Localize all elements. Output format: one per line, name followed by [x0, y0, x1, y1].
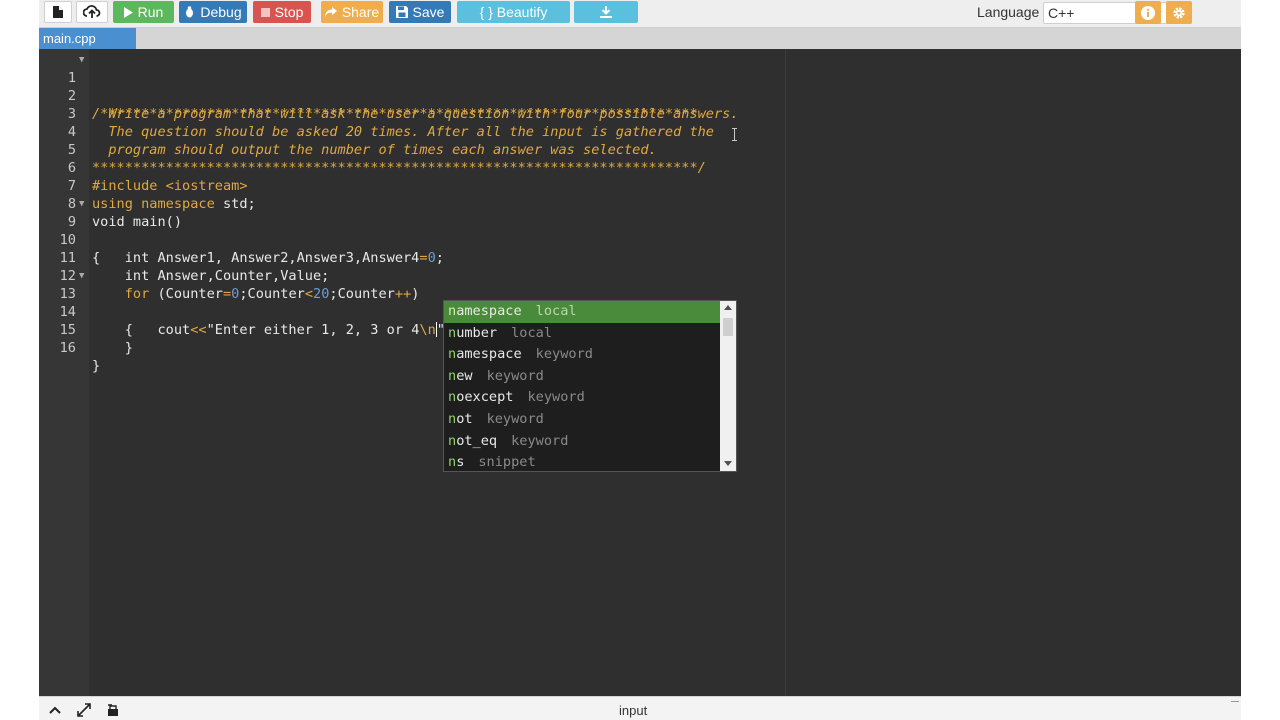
mouse-ibeam-icon: [732, 128, 737, 141]
run-button[interactable]: Run: [113, 1, 174, 23]
code-line: 3 The question should be asked 20 times.…: [39, 87, 1241, 140]
autocomplete-item[interactable]: namespace local: [444, 301, 720, 323]
upload-button[interactable]: [76, 1, 108, 23]
autocomplete-rest: umber: [456, 324, 498, 341]
autocomplete-meta: keyword: [486, 367, 544, 384]
autocomplete-popup[interactable]: namespace local number local namespace keyw…: [443, 300, 737, 472]
code-line: 5 **************************************…: [39, 123, 1241, 176]
resize-handle[interactable]: [1231, 701, 1239, 709]
fold-icon[interactable]: ▼: [79, 51, 84, 69]
file-tab-bar: main.cpp: [39, 28, 1241, 49]
app-root: Run Debug Stop Share Save { } Beautify L…: [0, 0, 1280, 720]
scrollbar-thumb[interactable]: [723, 318, 733, 336]
expand-icon: [77, 703, 91, 717]
code-text: }: [92, 340, 133, 356]
toolbar: Run Debug Stop Share Save { } Beautify L…: [39, 0, 1241, 28]
autocomplete-rest: oexcept: [456, 389, 514, 406]
settings-button[interactable]: [1166, 1, 1192, 24]
floppy-icon: [395, 6, 408, 18]
run-label: Run: [137, 4, 164, 20]
language-label: Language: [977, 4, 1040, 20]
fold-icon[interactable]: ▼: [79, 195, 84, 213]
download-button[interactable]: [574, 1, 638, 23]
share-button[interactable]: Share: [321, 1, 383, 23]
autocomplete-rest: s: [456, 454, 465, 471]
debug-label: Debug: [200, 4, 242, 20]
stop-icon: [260, 7, 270, 17]
autocomplete-match: n: [448, 367, 457, 384]
autocomplete-rest: amespace: [456, 303, 522, 319]
collapse-panel-button[interactable]: [47, 702, 63, 718]
code-line: 4 program should output the number of ti…: [39, 105, 1241, 158]
autocomplete-meta: local: [511, 324, 553, 341]
new-file-icon: [53, 6, 63, 18]
chevron-up-icon: [49, 706, 61, 714]
share-icon: [324, 6, 337, 17]
code-line: 2 Write a program that will ask the user…: [39, 69, 1241, 122]
fold-icon[interactable]: ▼: [79, 267, 84, 285]
autocomplete-match: n: [448, 432, 457, 449]
autocomplete-scrollbar[interactable]: [720, 301, 736, 471]
stop-button[interactable]: Stop: [253, 1, 311, 23]
autocomplete-meta: local: [535, 303, 577, 319]
autocomplete-item[interactable]: number local: [444, 323, 720, 345]
play-icon: [123, 6, 133, 18]
line-number: 16: [59, 340, 76, 356]
autocomplete-match: n: [448, 346, 457, 363]
autocomplete-meta: keyword: [486, 411, 544, 427]
code-line: 9 ▼ {: [39, 195, 1241, 266]
code-line: 6 #include <iostream>: [39, 141, 1241, 194]
autocomplete-match: n: [448, 324, 457, 341]
autocomplete-item[interactable]: new keyword: [444, 366, 720, 388]
io-panel-bar: input: [39, 696, 1241, 720]
language-value: C++: [1048, 5, 1075, 21]
autocomplete-item[interactable]: namespace keyword: [444, 344, 720, 366]
autocomplete-meta: keyword: [527, 389, 585, 406]
autocomplete-item[interactable]: not keyword: [444, 409, 720, 431]
stdin-mode-button[interactable]: [105, 702, 121, 718]
gear-icon: [1173, 6, 1185, 19]
upload-icon: [83, 5, 101, 18]
autocomplete-rest: ew: [456, 367, 473, 384]
code-line: 10 int Answer1, Answer2,Answer3,Answer4=…: [39, 213, 1241, 266]
stop-label: Stop: [274, 4, 304, 20]
autocomplete-match: n: [448, 411, 457, 427]
autocomplete-item[interactable]: not_eq keyword: [444, 431, 720, 453]
save-button[interactable]: Save: [389, 1, 451, 23]
stdin-icon: [108, 704, 118, 716]
autocomplete-rest: ot: [456, 411, 473, 427]
input-label: input: [619, 703, 648, 718]
autocomplete-meta: snippet: [478, 454, 536, 471]
code-line: 11 int Answer,Counter,Value;: [39, 231, 1241, 284]
code-line: 1 ▼ /***********************************…: [39, 51, 1241, 122]
scroll-down-icon[interactable]: [724, 461, 732, 466]
autocomplete-match: n: [448, 389, 457, 406]
code-line: 13 ▼ {: [39, 267, 1241, 338]
autocomplete-match: n: [448, 454, 457, 471]
scroll-up-icon[interactable]: [724, 305, 732, 310]
code-line: 7 using namespace std;: [39, 159, 1241, 212]
info-button[interactable]: [1135, 1, 1161, 24]
info-icon: [1141, 5, 1155, 20]
code-text: }: [92, 358, 101, 374]
autocomplete-rest: amespace: [456, 346, 522, 363]
new-file-button[interactable]: [44, 1, 72, 23]
autocomplete-match: n: [448, 303, 457, 319]
expand-panel-button[interactable]: [76, 702, 92, 718]
bug-icon: [186, 6, 194, 18]
save-label: Save: [412, 4, 445, 20]
beautify-label: { } Beautify: [479, 4, 548, 20]
code-line: 12 for (Counter=0;Counter<20;Counter++): [39, 249, 1241, 302]
download-icon: [600, 6, 612, 18]
tab-main-cpp[interactable]: main.cpp: [39, 28, 136, 49]
autocomplete-rest: ot_eq: [456, 432, 498, 449]
beautify-button[interactable]: { } Beautify: [457, 1, 570, 23]
autocomplete-meta: keyword: [511, 432, 569, 449]
autocomplete-item[interactable]: ns snippet: [444, 452, 720, 474]
autocomplete-item[interactable]: noexcept keyword: [444, 387, 720, 409]
autocomplete-meta: keyword: [535, 346, 593, 363]
share-label: Share: [341, 4, 380, 20]
code-line: 8 void main(): [39, 177, 1241, 230]
debug-button[interactable]: Debug: [179, 1, 247, 23]
